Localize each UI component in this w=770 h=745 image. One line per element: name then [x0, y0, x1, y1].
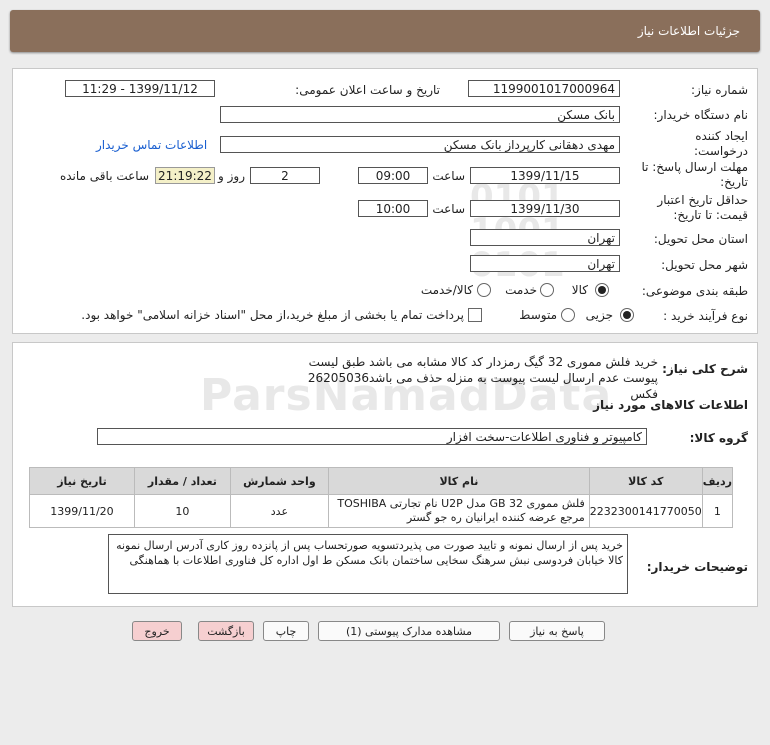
province-label: استان محل تحویل:: [653, 232, 748, 246]
page-title: جزئیات اطلاعات نیاز: [637, 24, 740, 38]
remaining-time-field: 21:19:22: [155, 167, 215, 184]
category-goods-radio[interactable]: [595, 283, 609, 297]
buyer-org-label: نام دستگاه خریدار:: [653, 108, 749, 122]
validity-label: حداقل تاریخ اعتبار قیمت: تا تاریخ:: [657, 193, 748, 222]
page-header: جزئیات اطلاعات نیاز: [10, 10, 760, 52]
category-goods-service-radio[interactable]: [477, 283, 491, 297]
validity-time-label: ساعت: [432, 202, 465, 216]
days-field: 2: [250, 167, 320, 184]
remaining-time-label: ساعت باقی مانده: [59, 169, 149, 183]
col-date: تاریخ نیاز: [29, 467, 135, 495]
print-button[interactable]: چاپ: [263, 621, 309, 641]
creator-label: ایجاد کننده درخواست:: [694, 129, 748, 158]
process-minor-radio[interactable]: [620, 308, 634, 322]
process-label: نوع فرآیند خرید :: [663, 309, 748, 323]
table-header-row: ردیف کد کالا نام کالا واحد شمارش تعداد /…: [29, 467, 734, 495]
city-field: تهران: [470, 255, 620, 272]
city-label: شهر محل تحویل:: [661, 258, 748, 272]
row-date: 1399/11/20: [29, 494, 135, 528]
validity-time-field: 10:00: [358, 200, 428, 217]
reply-time-label: ساعت: [432, 169, 465, 183]
summary-text: خرید فلش مموری 32 گیگ رمزدار کد کالا مشا…: [307, 355, 658, 401]
validity-date-field: 1399/11/30: [470, 200, 620, 217]
category-goods-label: کالا: [571, 283, 588, 297]
need-number-label: شماره نیاز:: [691, 83, 748, 97]
row-name: فلش مموری GB 32 مدل U2P نام تجارتی TOSHI…: [328, 494, 590, 528]
days-label: روز و: [218, 169, 245, 183]
treasury-checkbox[interactable]: [468, 308, 482, 322]
category-service-label: خدمت: [505, 283, 537, 297]
announce-date-field: 1399/11/12 - 11:29: [65, 80, 215, 97]
row-unit: عدد: [229, 494, 330, 528]
goods-group-label: گروه کالا:: [689, 431, 748, 445]
row-code: 2232300141770050: [588, 494, 703, 528]
category-service-radio[interactable]: [540, 283, 554, 297]
attachments-button[interactable]: مشاهده مدارک پیوستی (1): [318, 621, 500, 641]
col-name: نام کالا: [328, 467, 590, 495]
creator-field: مهدی دهقانی کارپرداز بانک مسکن: [220, 136, 620, 153]
buyer-org-field: بانک مسکن: [220, 106, 620, 123]
process-medium-label: متوسط: [519, 308, 557, 322]
announce-date-label: تاریخ و ساعت اعلان عمومی:: [295, 83, 440, 97]
back-button[interactable]: بازگشت: [198, 621, 254, 641]
exit-button[interactable]: خروج: [132, 621, 182, 641]
process-minor-label: جزیی: [585, 308, 613, 322]
category-label: طبقه بندی موضوعی:: [641, 284, 748, 298]
row-number: 1: [701, 494, 734, 528]
summary-label: شرح کلی نیاز:: [662, 362, 748, 376]
goods-section-title: اطلاعات کالاهای مورد نیاز: [593, 398, 748, 412]
province-field: تهران: [470, 229, 620, 246]
table-row: 1 2232300141770050 فلش مموری GB 32 مدل U…: [29, 494, 734, 528]
process-medium-radio[interactable]: [561, 308, 575, 322]
col-code: کد کالا: [588, 467, 703, 495]
row-qty: 10: [133, 494, 231, 528]
need-number-field: 1199001017000964: [468, 80, 620, 97]
goods-group-field: کامپیوتر و فناوری اطلاعات-سخت افزار: [97, 428, 647, 445]
reply-time-field: 09:00: [358, 167, 428, 184]
reply-date-field: 1399/11/15: [470, 167, 620, 184]
buyer-notes-label: توضیحات خریدار:: [646, 560, 748, 574]
category-goods-service-label: کالا/خدمت: [420, 283, 473, 297]
goods-table: ردیف کد کالا نام کالا واحد شمارش تعداد /…: [29, 467, 734, 528]
treasury-note: پرداخت تمام یا بخشی از مبلغ خرید،از محل …: [81, 308, 464, 322]
contact-info-link[interactable]: اطلاعات تماس خریدار: [96, 138, 207, 152]
buyer-notes-text: خرید پس از ارسال نمونه و تایید صورت می پ…: [108, 534, 628, 594]
reply-button[interactable]: پاسخ به نیاز: [509, 621, 605, 641]
col-unit: واحد شمارش: [229, 467, 330, 495]
reply-deadline-label: مهلت ارسال پاسخ: تا تاریخ:: [641, 160, 748, 189]
col-qty: تعداد / مقدار: [133, 467, 231, 495]
col-row: ردیف: [701, 467, 734, 495]
